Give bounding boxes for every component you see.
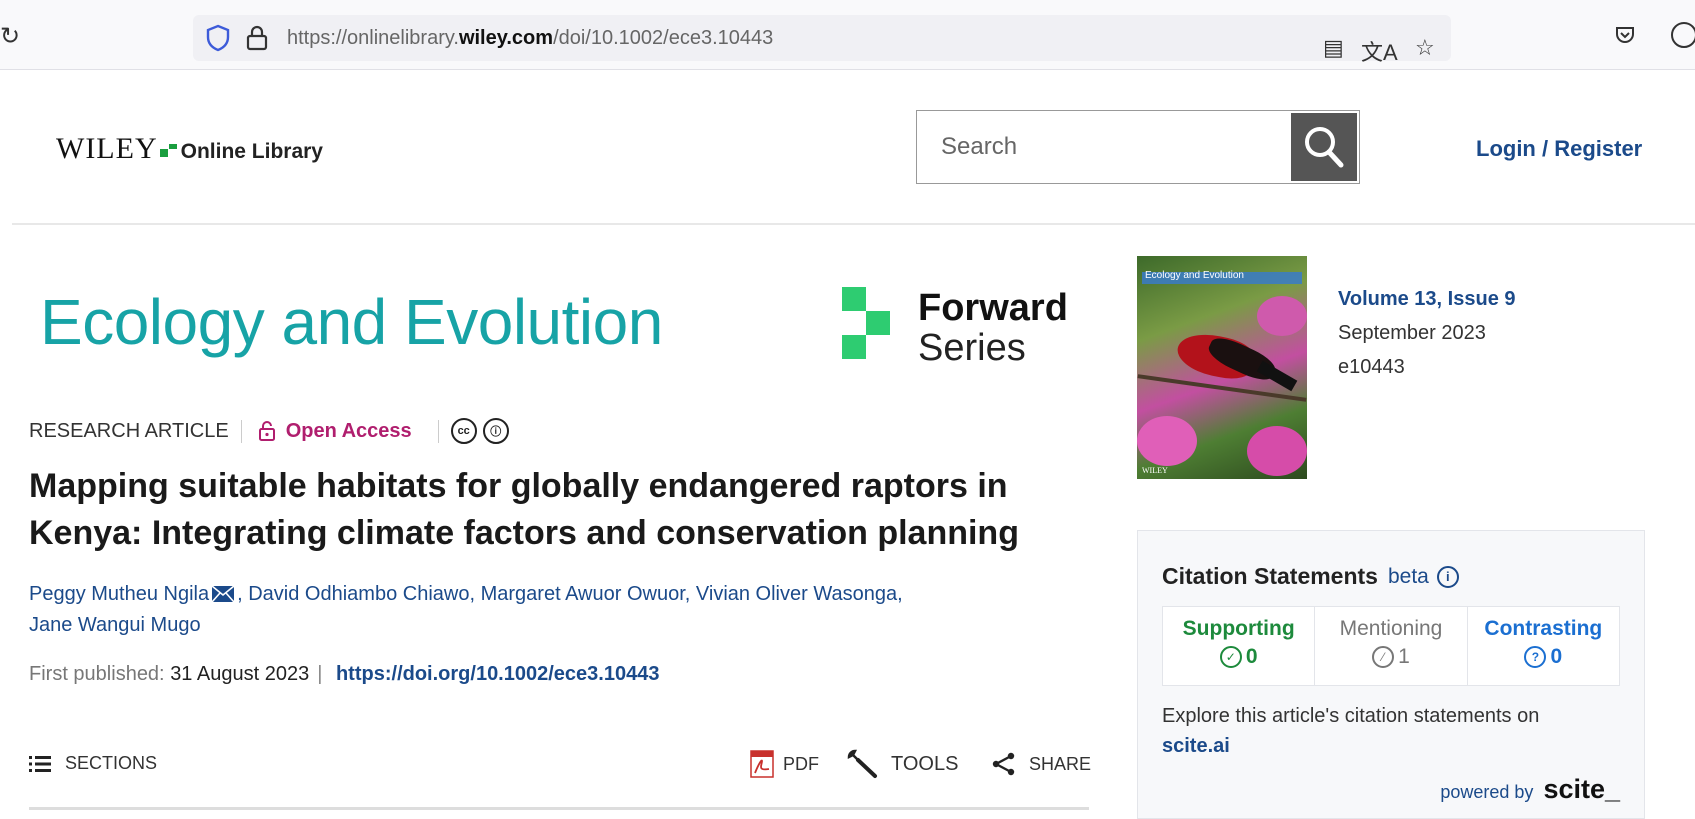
account-icon[interactable] xyxy=(1671,22,1695,48)
author-list: Peggy Mutheu Ngila, David Odhiambo Chiaw… xyxy=(29,583,903,636)
attribution-icon[interactable]: ⓘ xyxy=(482,418,509,444)
pdf-button[interactable]: PDF xyxy=(749,749,819,779)
explore-text: Explore this article's citation statemen… xyxy=(1162,701,1582,761)
author-link[interactable]: Margaret Awuor Owuor xyxy=(481,583,685,605)
article-type: RESEARCH ARTICLE xyxy=(29,419,242,443)
mentioning-cell[interactable]: Mentioning ⁄ 1 xyxy=(1315,607,1468,685)
envelope-icon[interactable] xyxy=(211,585,235,603)
journal-title[interactable]: Ecology and Evolution xyxy=(40,285,663,359)
issue-info: Volume 13, Issue 9 September 2023 e10443 xyxy=(1338,282,1516,384)
article-number: e10443 xyxy=(1338,356,1405,378)
forward-series-logo[interactable]: Forward Series xyxy=(842,287,1068,369)
info-icon[interactable]: i xyxy=(1436,565,1459,588)
explore-description: Explore this article's citation statemen… xyxy=(1162,705,1540,727)
mentioning-label: Mentioning xyxy=(1339,617,1443,640)
reload-icon[interactable]: ↻ xyxy=(0,22,20,51)
author-link[interactable]: Jane Wangui Mugo xyxy=(29,614,201,636)
license-icons[interactable]: cc ⓘ xyxy=(450,418,509,444)
open-lock-icon xyxy=(258,421,275,441)
slash-circle-icon: ⁄ xyxy=(1372,646,1395,668)
first-published-date: 31 August 2023 xyxy=(170,663,310,685)
lock-icon[interactable] xyxy=(245,25,269,51)
contrasting-cell[interactable]: Contrasting ? 0 xyxy=(1468,607,1619,685)
citation-title: Citation Statements xyxy=(1162,563,1378,589)
search-icon xyxy=(1305,127,1344,168)
article-meta-row: RESEARCH ARTICLE Open Access cc ⓘ xyxy=(29,416,509,446)
search-box xyxy=(916,110,1360,184)
url-prefix: https://onlinelibrary. xyxy=(287,27,459,49)
pdf-icon xyxy=(750,750,774,778)
logo-mark-icon xyxy=(159,142,178,158)
creative-commons-icon[interactable]: cc xyxy=(450,418,477,444)
citation-counts: Supporting ✓ 0 Mentioning ⁄ 1 Contrasting … xyxy=(1162,606,1620,686)
contrasting-label: Contrasting xyxy=(1484,617,1603,640)
bookmark-star-icon[interactable]: ☆ xyxy=(1415,35,1435,61)
citation-heading: Citation Statements beta i xyxy=(1162,563,1459,590)
open-access-badge[interactable]: Open Access xyxy=(256,419,439,443)
share-icon xyxy=(992,752,1015,776)
logo-product: Online Library xyxy=(180,140,323,163)
share-label: SHARE xyxy=(1029,753,1092,774)
wiley-logo[interactable]: WILEY Online Library xyxy=(56,132,323,166)
search-button[interactable] xyxy=(1291,113,1357,181)
tools-button[interactable]: TOOLS xyxy=(847,749,958,779)
scite-link[interactable]: scite.ai xyxy=(1162,735,1230,757)
tools-label: TOOLS xyxy=(891,752,959,775)
check-circle-icon: ✓ xyxy=(1219,646,1242,668)
sections-button[interactable]: SECTIONS xyxy=(29,753,157,774)
url-path: /doi/10.1002/ece3.10443 xyxy=(553,27,774,49)
author-link[interactable]: David Odhiambo Chiawo xyxy=(248,583,469,605)
search-input[interactable] xyxy=(917,111,1291,183)
powered-by-scite[interactable]: powered by scite_ xyxy=(1440,774,1620,805)
mentioning-count: 1 xyxy=(1398,645,1410,668)
logo-brand: WILEY xyxy=(56,132,158,165)
author-link[interactable]: Peggy Mutheu Ngila xyxy=(29,583,209,605)
open-access-label: Open Access xyxy=(285,419,412,442)
address-bar[interactable]: https://onlinelibrary.wiley.com/doi/10.1… xyxy=(193,15,1451,65)
volume-issue-link[interactable]: Volume 13, Issue 9 xyxy=(1338,282,1516,316)
doi-link[interactable]: https://doi.org/10.1002/ece3.10443 xyxy=(336,663,660,685)
url-host: wiley.com xyxy=(458,27,554,49)
site-header: WILEY Online Library Login / Register xyxy=(12,70,1695,225)
reader-view-icon[interactable]: ▤ xyxy=(1323,35,1344,61)
first-published-label: First published: xyxy=(29,663,165,685)
article-toolbar: SECTIONS PDF TOOLS SHARE xyxy=(29,747,1091,787)
sections-label: SECTIONS xyxy=(65,753,158,773)
issue-date: September 2023 xyxy=(1338,322,1486,344)
browser-toolbar: ↻ https://onlinelibrary.wiley.com/doi/10… xyxy=(0,0,1695,70)
series-line2: Series xyxy=(918,327,1026,369)
article-title: Mapping suitable habitats for globally e… xyxy=(29,467,1019,552)
supporting-label: Supporting xyxy=(1182,617,1295,640)
question-circle-icon: ? xyxy=(1524,646,1547,668)
supporting-cell[interactable]: Supporting ✓ 0 xyxy=(1163,607,1316,685)
translate-icon[interactable]: 文A xyxy=(1361,35,1398,67)
login-register-link[interactable]: Login / Register xyxy=(1476,136,1642,162)
publication-info: First published: 31 August 2023 | https:/… xyxy=(29,663,660,685)
list-icon xyxy=(29,755,51,772)
citation-statements-panel: Citation Statements beta i Supporting ✓ 0… xyxy=(1137,530,1645,819)
toolbar-divider xyxy=(29,807,1089,810)
url-text[interactable]: https://onlinelibrary.wiley.com/doi/10.1… xyxy=(287,27,773,50)
powered-by-label: powered by xyxy=(1440,782,1534,802)
contrasting-count: 0 xyxy=(1550,645,1563,668)
cover-publisher: WILEY xyxy=(1142,466,1168,475)
pocket-icon[interactable] xyxy=(1614,24,1636,46)
share-button[interactable]: SHARE xyxy=(991,751,1091,777)
cover-title: Ecology and Evolution xyxy=(1145,270,1244,281)
series-line1: Forward xyxy=(918,287,1068,329)
shield-icon[interactable] xyxy=(205,24,231,52)
beta-label: beta xyxy=(1387,564,1429,588)
pdf-label: PDF xyxy=(783,753,819,774)
issue-cover-image[interactable]: Ecology and Evolution WILEY xyxy=(1137,256,1307,479)
author-link[interactable]: Vivian Oliver Wasonga xyxy=(696,583,897,605)
supporting-count: 0 xyxy=(1245,645,1258,668)
scite-logo: scite_ xyxy=(1543,774,1620,804)
wrench-icon xyxy=(847,749,877,778)
